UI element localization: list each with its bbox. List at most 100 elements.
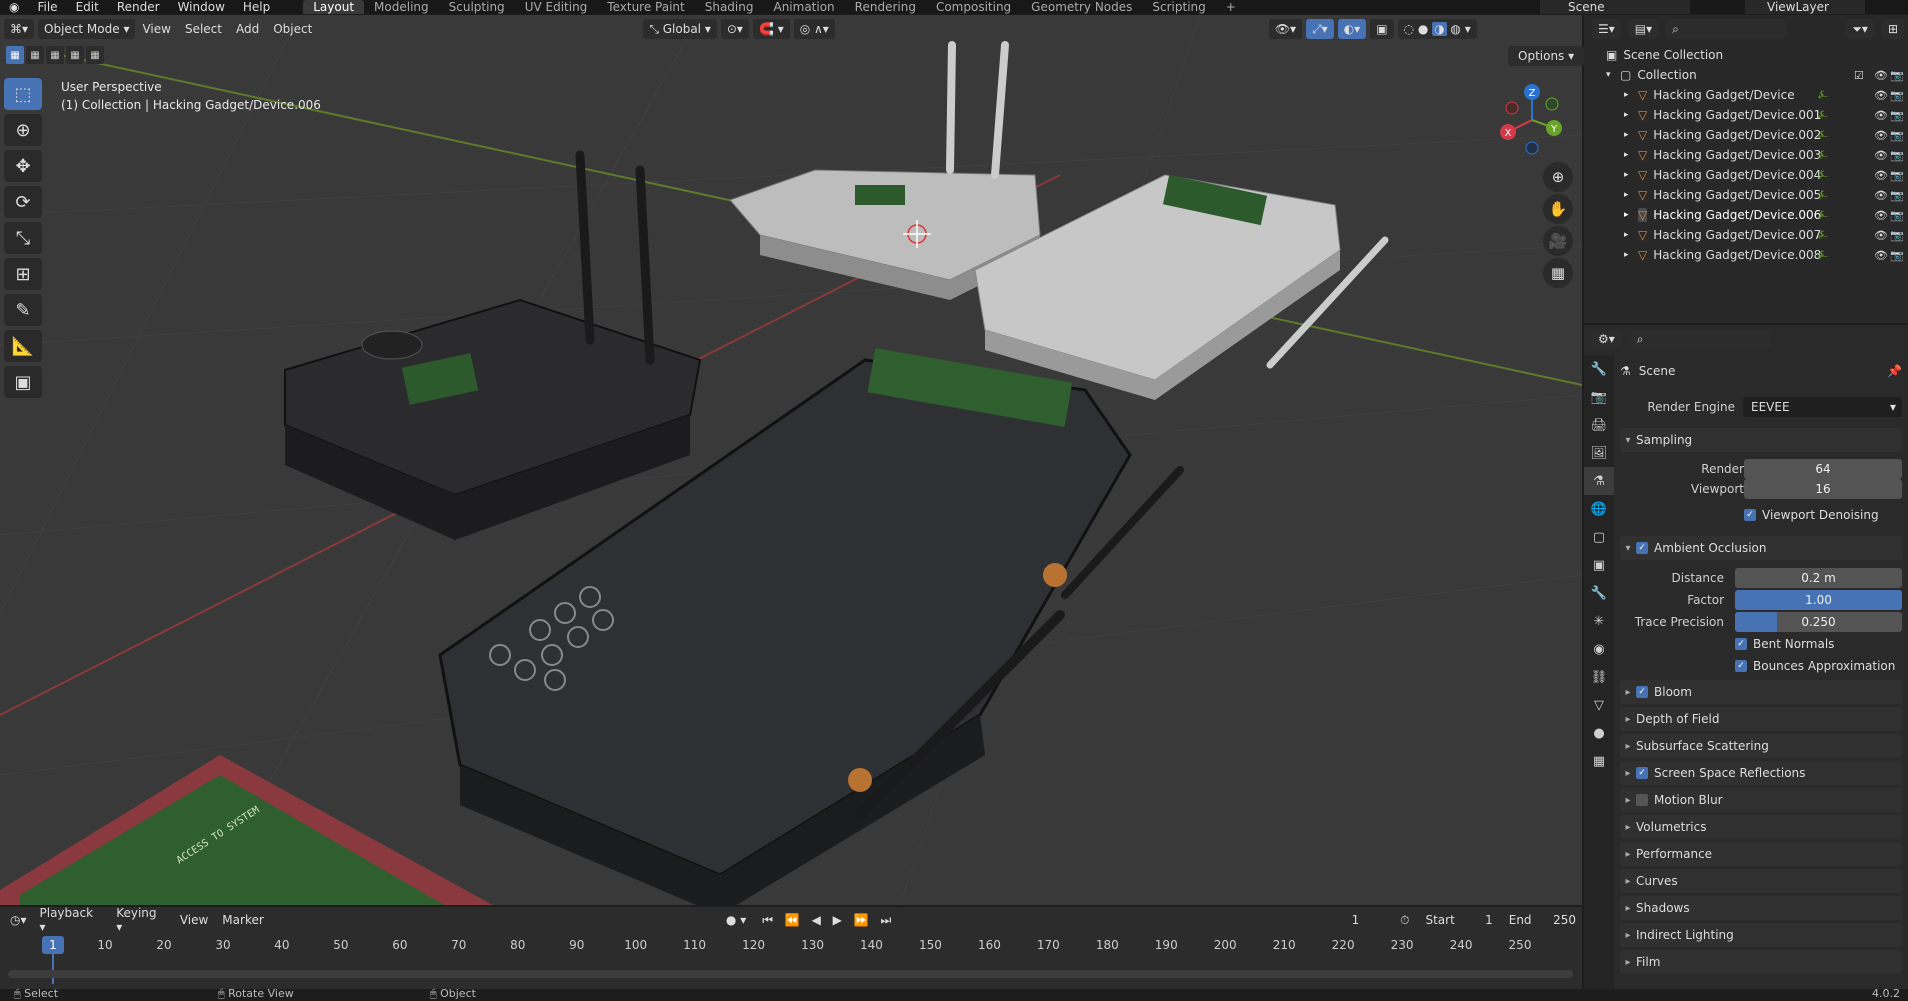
filter-icon[interactable]: ⏷▾	[1846, 19, 1874, 39]
section-header-motion-blur[interactable]: ▸ Motion Blur	[1620, 788, 1902, 812]
mesh-data-icon[interactable]: ⍼	[1818, 168, 1828, 182]
move-tool-icon[interactable]: ✥	[4, 150, 42, 182]
outliner-item[interactable]: ▸ ▽ Hacking Gadget/Device.004 ⍼ 👁 📷	[1584, 165, 1908, 185]
select-tool-icon[interactable]: ⬚	[4, 78, 42, 110]
render-camera-icon[interactable]: 📷	[1890, 229, 1904, 242]
menu-file[interactable]: File	[28, 0, 66, 14]
measure-tool-icon[interactable]: 📐	[4, 330, 42, 362]
expand-icon[interactable]: ▾	[1606, 70, 1620, 80]
render-camera-icon[interactable]: 📷	[1890, 109, 1904, 122]
select-subtract-icon[interactable]: ▦	[46, 46, 64, 64]
menu-edit[interactable]: Edit	[67, 0, 108, 14]
proportional-edit-button[interactable]: ◎ ∧▾	[793, 19, 835, 39]
visibility-eye-icon[interactable]: 👁	[1874, 209, 1888, 222]
add-workspace-button[interactable]: +	[1216, 0, 1246, 14]
transform-tool-icon[interactable]: ⊞	[4, 258, 42, 290]
expand-icon[interactable]: ▸	[1624, 230, 1638, 240]
display-mode-button[interactable]: ▤▾	[1628, 19, 1659, 39]
expand-icon[interactable]: ▸	[1624, 90, 1638, 100]
tab-scripting[interactable]: Scripting	[1142, 0, 1215, 14]
expand-icon[interactable]: ▸	[1624, 170, 1638, 180]
blender-logo-icon[interactable]: ◉	[0, 0, 28, 14]
render-camera-icon[interactable]: 📷	[1890, 89, 1904, 102]
viewport-samples-field[interactable]: 16	[1744, 479, 1902, 499]
tab-layout[interactable]: Layout	[303, 0, 365, 14]
menu-object[interactable]: Object	[266, 22, 319, 36]
select-box-new-icon[interactable]: ▦	[6, 46, 24, 64]
modifier-tab-icon[interactable]: 🔧	[1584, 579, 1614, 607]
properties-search-input[interactable]: ⌕	[1630, 329, 1771, 349]
timeline-scrollbar[interactable]	[8, 970, 1573, 978]
render-engine-dropdown[interactable]: EEVEE ▾	[1743, 397, 1902, 417]
visibility-eye-icon[interactable]: 👁	[1874, 249, 1888, 262]
section-header-volumetrics[interactable]: ▸ Volumetrics	[1620, 815, 1902, 839]
outliner-editor-type-button[interactable]: ☰▾	[1592, 19, 1621, 39]
snap-button[interactable]: 🧲 ▾	[752, 19, 790, 39]
section-header-performance[interactable]: ▸ Performance	[1620, 842, 1902, 866]
outliner-item[interactable]: ▸ ▽ Hacking Gadget/Device.007 ⍼ 👁 📷	[1584, 225, 1908, 245]
overlay-toggle-button[interactable]: ◐▾	[1337, 19, 1367, 39]
section-header-screen-space-reflections[interactable]: ▸ ✓ Screen Space Reflections	[1620, 761, 1902, 785]
use-preview-range-icon[interactable]: ⏱	[1394, 910, 1416, 930]
camera-view-icon[interactable]: 🎥	[1543, 226, 1573, 256]
menu-render[interactable]: Render	[108, 0, 169, 14]
visibility-eye-icon[interactable]: 👁	[1874, 189, 1888, 202]
mesh-data-icon[interactable]: ⍼	[1818, 108, 1828, 122]
tab-animation[interactable]: Animation	[763, 0, 844, 14]
start-frame-field[interactable]: Start 1	[1419, 910, 1499, 930]
expand-icon[interactable]: ▸	[1624, 250, 1638, 260]
menu-window[interactable]: Window	[169, 0, 234, 14]
ao-trace-slider[interactable]: 0.250	[1735, 612, 1902, 632]
tab-uv-editing[interactable]: UV Editing	[515, 0, 598, 14]
render-camera-icon[interactable]: 📷	[1890, 249, 1904, 262]
menu-marker[interactable]: Marker	[215, 913, 270, 927]
render-camera-icon[interactable]: 📷	[1890, 169, 1904, 182]
scale-tool-icon[interactable]: ⤡	[4, 222, 42, 254]
outliner-item[interactable]: ▸ ▽ Hacking Gadget/Device ⍼ 👁 📷	[1584, 85, 1908, 105]
menu-timeline-view[interactable]: View	[173, 913, 215, 927]
select-intersect-icon[interactable]: ▦	[86, 46, 104, 64]
3d-viewport[interactable]: ACCESS TO SYSTEM	[0, 15, 1582, 905]
gizmo-toggle-button[interactable]: ⤢▾	[1306, 19, 1334, 39]
expand-icon[interactable]: ▸	[1624, 210, 1638, 220]
outliner-item[interactable]: ▸ ▽ Hacking Gadget/Device.002 ⍼ 👁 📷	[1584, 125, 1908, 145]
tab-texture-paint[interactable]: Texture Paint	[597, 0, 694, 14]
render-camera-icon[interactable]: 📷	[1890, 129, 1904, 142]
scene-tab-icon[interactable]: ⚗	[1584, 467, 1614, 495]
exclude-checkbox[interactable]: ☑	[1854, 69, 1864, 82]
add-cube-tool-icon[interactable]: ▣	[4, 366, 42, 398]
section-checkbox[interactable]	[1636, 794, 1648, 806]
shading-mode-buttons[interactable]: ◌ ● ◑ ◍ ▾	[1397, 19, 1477, 39]
mesh-data-icon[interactable]: ⍼	[1818, 128, 1828, 142]
annotate-tool-icon[interactable]: ✎	[4, 294, 42, 326]
view-layer-selector[interactable]: ViewLayer	[1745, 0, 1865, 14]
menu-add[interactable]: Add	[229, 22, 266, 36]
rotate-tool-icon[interactable]: ⟳	[4, 186, 42, 218]
transform-orientation-dropdown[interactable]: ⤡ Global ▾	[643, 19, 717, 39]
visibility-eye-icon[interactable]: 👁	[1874, 149, 1888, 162]
tab-rendering[interactable]: Rendering	[845, 0, 926, 14]
options-button[interactable]: Options ▾	[1508, 46, 1585, 66]
menu-select[interactable]: Select	[178, 22, 229, 36]
viewport-denoising-checkbox[interactable]: ✓	[1744, 509, 1756, 521]
tab-modeling[interactable]: Modeling	[364, 0, 439, 14]
new-collection-icon[interactable]: ⊞	[1881, 19, 1904, 39]
ortho-grid-icon[interactable]: ▦	[1543, 258, 1573, 288]
menu-view[interactable]: View	[135, 22, 177, 36]
sampling-section-header[interactable]: ▾ Sampling	[1620, 428, 1902, 452]
section-header-indirect-lighting[interactable]: ▸ Indirect Lighting	[1620, 923, 1902, 947]
mesh-data-icon[interactable]: ⍼	[1818, 248, 1828, 262]
menu-help[interactable]: Help	[234, 0, 279, 14]
expand-icon[interactable]: ▸	[1624, 190, 1638, 200]
physics-tab-icon[interactable]: ◉	[1584, 635, 1614, 663]
end-frame-field[interactable]: End 250	[1502, 910, 1582, 930]
outliner-item[interactable]: ▸ ▽ Hacking Gadget/Device.005 ⍼ 👁 📷	[1584, 185, 1908, 205]
expand-icon[interactable]: ▸	[1624, 150, 1638, 160]
ambient-occlusion-section-header[interactable]: ▾ ✓ Ambient Occlusion	[1620, 536, 1902, 560]
ao-factor-slider[interactable]: 1.00	[1735, 590, 1902, 610]
section-header-shadows[interactable]: ▸ Shadows	[1620, 896, 1902, 920]
outliner-scene-collection[interactable]: ▣ Scene Collection	[1584, 45, 1908, 65]
bounces-checkbox[interactable]: ✓	[1735, 660, 1747, 672]
select-invert-icon[interactable]: ▦	[66, 46, 84, 64]
current-frame-field[interactable]: 1	[1320, 910, 1391, 930]
